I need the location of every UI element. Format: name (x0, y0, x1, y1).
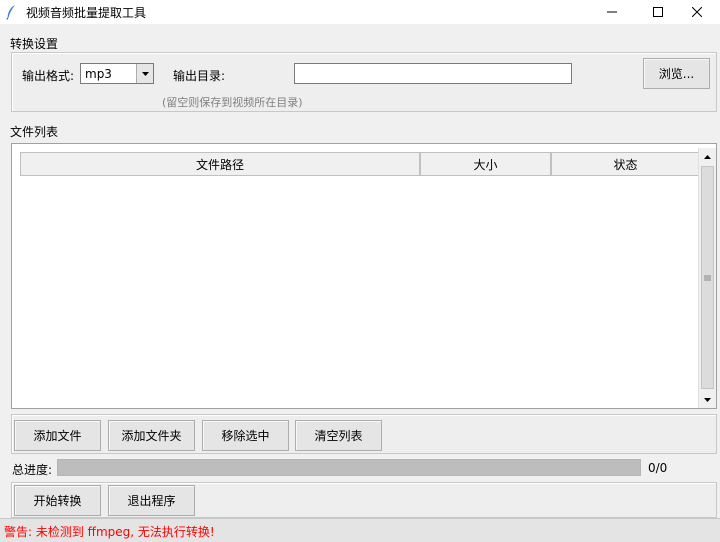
minimize-icon (607, 11, 617, 13)
minimize-button[interactable] (589, 0, 635, 24)
format-select[interactable]: mp3 (80, 63, 154, 84)
table-vertical-scrollbar[interactable] (698, 148, 716, 408)
progress-bar (57, 459, 641, 476)
progress-label: 总进度: (12, 463, 53, 477)
column-header-size[interactable]: 大小 (420, 152, 551, 176)
ffmpeg-warning: 警告: 未检测到 ffmpeg, 无法执行转换! (4, 525, 215, 539)
scroll-down-icon[interactable] (699, 391, 716, 408)
table-header: 文件路径 大小 状态 (20, 152, 700, 176)
output-dir-input[interactable] (294, 63, 572, 84)
settings-group-label: 转换设置 (10, 37, 59, 51)
browse-button[interactable]: 浏览... (643, 58, 710, 89)
file-table[interactable]: 文件路径 大小 状态 (11, 143, 717, 409)
add-file-button[interactable]: 添加文件 (14, 420, 101, 451)
clear-list-button[interactable]: 清空列表 (295, 420, 382, 451)
remove-selected-button[interactable]: 移除选中 (202, 420, 289, 451)
chevron-down-icon[interactable] (136, 64, 153, 83)
column-header-path[interactable]: 文件路径 (20, 152, 420, 176)
window-title: 视频音频批量提取工具 (26, 6, 147, 20)
close-button[interactable] (674, 0, 720, 24)
maximize-icon (653, 7, 663, 17)
start-convert-button[interactable]: 开始转换 (14, 485, 101, 516)
format-select-value: mp3 (85, 67, 112, 81)
close-icon (692, 7, 702, 17)
grip-icon (704, 275, 711, 280)
output-dir-hint: (留空则保存到视频所在目录) (162, 96, 303, 109)
exit-button[interactable]: 退出程序 (108, 485, 195, 516)
format-label: 输出格式: (22, 69, 75, 83)
column-header-status[interactable]: 状态 (551, 152, 700, 176)
scroll-up-icon[interactable] (699, 148, 716, 165)
add-folder-button[interactable]: 添加文件夹 (108, 420, 195, 451)
feather-icon (6, 4, 16, 20)
file-list-group-label: 文件列表 (10, 125, 59, 139)
dir-label: 输出目录: (173, 69, 226, 83)
scroll-thumb[interactable] (701, 166, 714, 389)
progress-count: 0/0 (648, 461, 668, 475)
